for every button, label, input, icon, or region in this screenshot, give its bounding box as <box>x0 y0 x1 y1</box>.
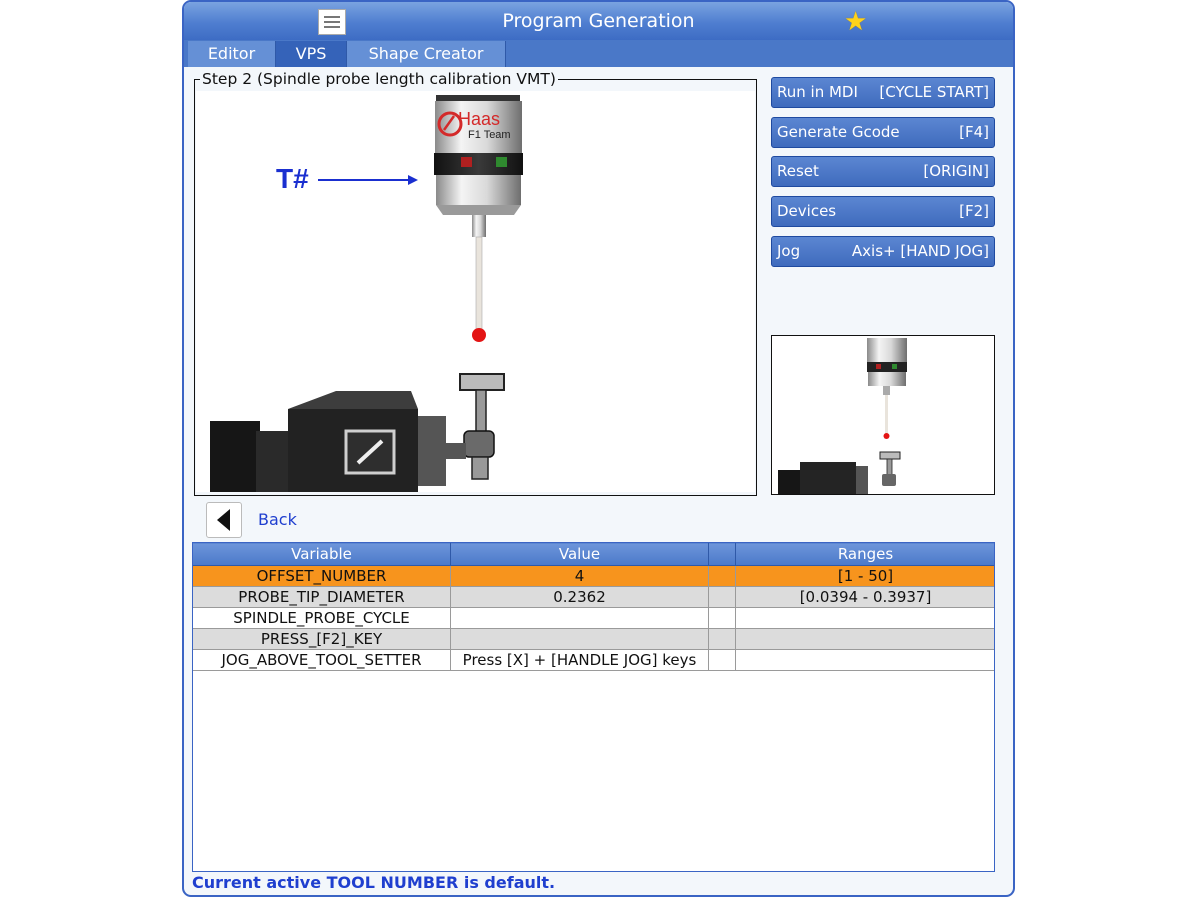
extra-cell <box>708 649 736 671</box>
thumbnail-illustration <box>778 338 907 494</box>
tab-bar: Editor VPS Shape Creator <box>184 40 1013 67</box>
variable-cell: SPINDLE_PROBE_CYCLE <box>193 607 451 629</box>
extra-cell <box>708 586 736 608</box>
table-row[interactable]: OFFSET_NUMBER 4 [1 - 50] <box>193 565 994 587</box>
table-row[interactable]: PROBE_TIP_DIAMETER 0.2362 [0.0394 - 0.39… <box>193 586 994 608</box>
probe-logo-text: Haas <box>458 109 500 129</box>
reset-key: [ORIGIN] <box>923 162 989 180</box>
devices-label: Devices <box>777 202 837 220</box>
devices-button[interactable]: Devices [F2] <box>771 196 995 227</box>
column-header-ranges: Ranges <box>735 543 994 566</box>
star-icon[interactable]: ★ <box>844 8 867 36</box>
extra-cell <box>708 628 736 650</box>
run-in-mdi-button[interactable]: Run in MDI [CYCLE START] <box>771 77 995 108</box>
range-cell <box>735 628 994 650</box>
step-thumbnail[interactable] <box>771 335 995 495</box>
tab-shape-creator[interactable]: Shape Creator <box>347 41 506 67</box>
value-cell[interactable] <box>450 628 709 650</box>
run-in-mdi-label: Run in MDI <box>777 83 858 101</box>
run-in-mdi-key: [CYCLE START] <box>879 83 989 101</box>
step-title: Step 2 (Spindle probe length calibration… <box>200 70 558 88</box>
table-row[interactable]: PRESS_[F2]_KEY <box>193 628 994 650</box>
window-title: Program Generation <box>502 10 695 32</box>
back-label[interactable]: Back <box>258 510 297 529</box>
jog-label: Jog <box>777 242 801 260</box>
variables-table: Variable Value Ranges OFFSET_NUMBER 4 [1… <box>193 543 994 671</box>
column-header-variable: Variable <box>193 543 451 566</box>
range-cell <box>735 649 994 671</box>
variable-cell: OFFSET_NUMBER <box>193 565 451 587</box>
range-cell <box>735 607 994 629</box>
jog-button[interactable]: Jog Axis+ [HAND JOG] <box>771 236 995 267</box>
table-row[interactable]: JOG_ABOVE_TOOL_SETTER Press [X] + [HANDL… <box>193 649 994 671</box>
variable-cell: JOG_ABOVE_TOOL_SETTER <box>193 649 451 671</box>
column-header-value: Value <box>450 543 709 566</box>
back-button[interactable] <box>206 502 242 538</box>
extra-cell <box>708 607 736 629</box>
probe-illustration: Haas F1 Team T# <box>210 95 523 492</box>
jog-key: Axis+ [HAND JOG] <box>851 242 989 260</box>
column-header-blank <box>708 543 736 566</box>
value-cell[interactable] <box>450 607 709 629</box>
value-cell[interactable]: 0.2362 <box>450 586 709 608</box>
range-cell: [1 - 50] <box>735 565 994 587</box>
probe-logo-subtext: F1 Team <box>468 129 511 141</box>
variables-table-panel: Variable Value Ranges OFFSET_NUMBER 4 [1… <box>192 542 995 872</box>
title-bar: Program Generation ★ <box>184 2 1013 40</box>
generate-gcode-key: [F4] <box>959 123 989 141</box>
reset-button[interactable]: Reset [ORIGIN] <box>771 156 995 187</box>
reset-label: Reset <box>777 162 819 180</box>
generate-gcode-button[interactable]: Generate Gcode [F4] <box>771 117 995 148</box>
program-generation-window: Program Generation ★ Editor VPS Shape Cr… <box>182 0 1015 897</box>
tab-editor[interactable]: Editor <box>188 41 276 67</box>
table-header-row: Variable Value Ranges <box>193 543 994 566</box>
step-illustration: Haas F1 Team T# <box>196 91 755 492</box>
status-message: Current active TOOL NUMBER is default. <box>192 873 556 892</box>
variable-cell: PRESS_[F2]_KEY <box>193 628 451 650</box>
table-row[interactable]: SPINDLE_PROBE_CYCLE <box>193 607 994 629</box>
value-cell[interactable]: 4 <box>450 565 709 587</box>
variable-cell: PROBE_TIP_DIAMETER <box>193 586 451 608</box>
tool-number-annotation: T# <box>276 163 309 194</box>
tab-vps[interactable]: VPS <box>276 41 347 67</box>
range-cell: [0.0394 - 0.3937] <box>735 586 994 608</box>
devices-key: [F2] <box>959 202 989 220</box>
left-arrow-icon <box>217 509 230 531</box>
value-cell[interactable]: Press [X] + [HANDLE JOG] keys <box>450 649 709 671</box>
generate-gcode-label: Generate Gcode <box>777 123 900 141</box>
extra-cell <box>708 565 736 587</box>
